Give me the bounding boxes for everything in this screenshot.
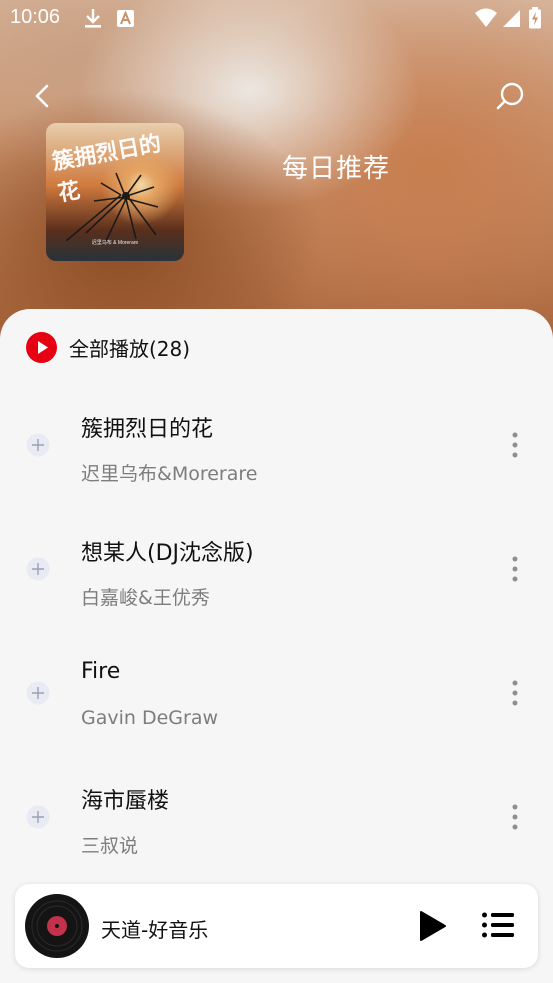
plus-icon[interactable] xyxy=(26,557,50,581)
vinyl-disc-icon xyxy=(25,894,89,958)
play-all-label: 全部播放(28) xyxy=(69,336,191,361)
mini-player[interactable]: 天道-好音乐 xyxy=(15,884,538,968)
song-title: Fire xyxy=(81,659,121,684)
more-vertical-icon[interactable] xyxy=(505,554,525,584)
player-track-title: 天道-好音乐 xyxy=(101,918,209,942)
search-icon[interactable] xyxy=(494,79,528,113)
header-background: 10:06 簇拥烈日的花 迟里乌布 & Morerare 每日推荐 xyxy=(0,0,553,340)
song-title: 海市蜃楼 xyxy=(81,789,170,814)
play-circle-icon xyxy=(26,331,57,363)
page-title: 每日推荐 xyxy=(282,154,391,184)
play-all-button[interactable]: 全部播放(28) xyxy=(26,331,191,363)
more-vertical-icon[interactable] xyxy=(505,678,525,708)
song-artist: Gavin DeGraw xyxy=(81,707,219,729)
song-row[interactable]: 海市蜃楼 三叔说 xyxy=(0,764,553,888)
play-icon[interactable] xyxy=(416,909,448,943)
song-row[interactable]: 簇拥烈日的花 迟里乌布&Morerare xyxy=(0,392,553,516)
plus-icon[interactable] xyxy=(26,433,50,457)
song-title: 想某人(DJ沈念版) xyxy=(81,541,254,566)
song-title: 簇拥烈日的花 xyxy=(81,417,214,442)
more-vertical-icon[interactable] xyxy=(505,802,525,832)
download-icon xyxy=(85,9,101,28)
playlist-cover: 簇拥烈日的花 迟里乌布 & Morerare xyxy=(46,123,184,261)
song-artist: 三叔说 xyxy=(81,835,139,857)
song-row[interactable]: 想某人(DJ沈念版) 白嘉峻&王优秀 xyxy=(0,516,553,640)
wifi-icon xyxy=(475,8,497,27)
song-artist: 迟里乌布&Morerare xyxy=(81,463,258,485)
status-time: 10:06 xyxy=(10,6,61,28)
app-notification-icon xyxy=(117,10,134,27)
battery-icon xyxy=(529,7,541,29)
signal-icon xyxy=(503,10,520,27)
plus-icon[interactable] xyxy=(26,681,50,705)
back-icon[interactable] xyxy=(26,80,58,112)
plus-icon[interactable] xyxy=(26,805,50,829)
cover-caption: 迟里乌布 & Morerare xyxy=(91,240,139,246)
playlist-icon[interactable] xyxy=(481,910,515,940)
status-bar: 10:06 xyxy=(0,0,553,38)
song-row[interactable]: Fire Gavin DeGraw xyxy=(0,640,553,764)
song-artist: 白嘉峻&王优秀 xyxy=(81,587,210,609)
more-vertical-icon[interactable] xyxy=(505,430,525,460)
